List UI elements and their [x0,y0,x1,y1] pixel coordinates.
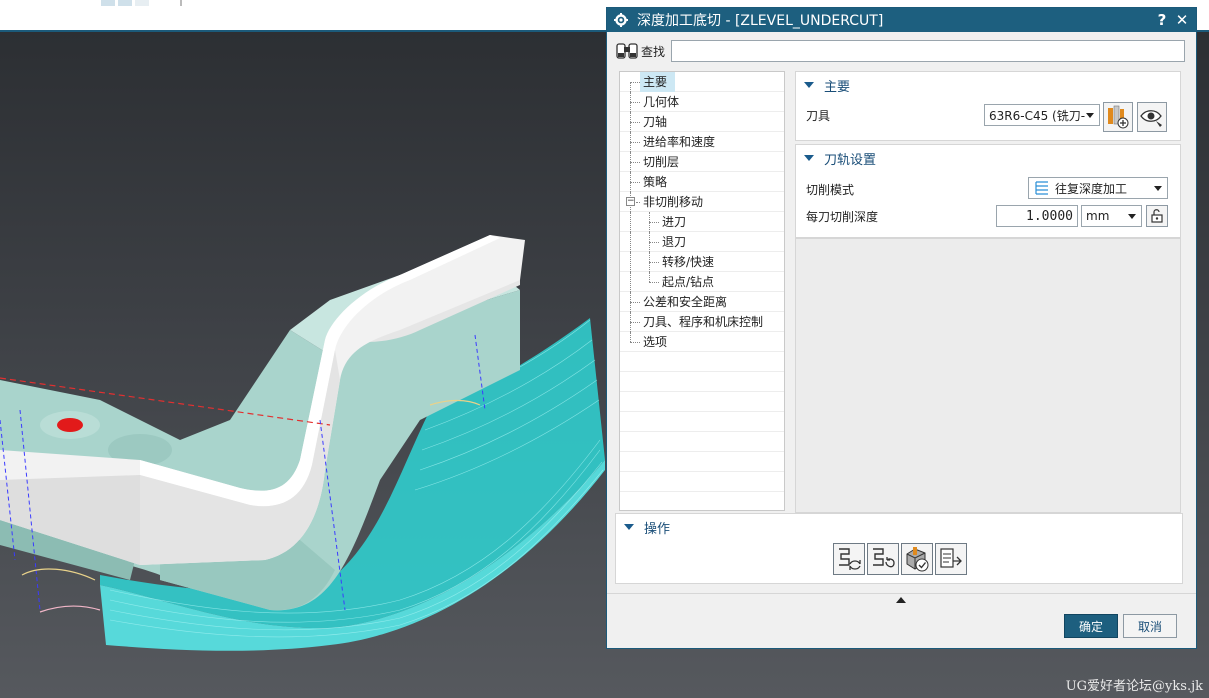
tree-item-label: 起点/钻点 [662,275,715,289]
tool-select-value: 63R6-C45 (铣刀- [989,108,1086,123]
header-tab[interactable] [101,0,115,6]
tree-item-label: 退刀 [662,235,687,249]
tree-item-label: 刀具、程序和机床控制 [643,315,764,329]
panel-filler [795,238,1181,513]
navigation-tree: 主要 几何体 刀轴 进给率和速度 切削层 策略 − 非切削移动 进刀 退刀 转移… [619,71,785,511]
tree-item-strategy[interactable]: 策略 [620,172,784,192]
tree-item-engage[interactable]: 进刀 [620,212,784,232]
actions-section-title: 操作 [644,521,671,537]
collapse-triangle-icon [804,155,814,161]
new-tool-icon [1108,105,1129,129]
main-section: 主要 刀具 63R6-C45 (铣刀- [795,71,1181,141]
tree-item-label: 切削层 [643,155,680,169]
tree-item-transfer-rapid[interactable]: 转移/快速 [620,252,784,272]
header-tab[interactable] [118,0,132,6]
tree-empty-row [620,392,784,412]
tree-empty-row [620,412,784,432]
generate-toolpath-icon [839,548,861,570]
zigzag-icon [1033,180,1051,196]
replay-button[interactable] [867,543,899,575]
tree-empty-row [620,432,784,452]
replay-icon [873,548,895,568]
tree-item-options[interactable]: 选项 [620,332,784,352]
chevron-down-icon [1128,214,1136,219]
main-section-title: 主要 [824,79,851,95]
cut-mode-select[interactable]: 往复深度加工 [1028,177,1168,199]
tree-item-feeds-speeds[interactable]: 进给率和速度 [620,132,784,152]
collapse-triangle-icon [624,524,634,530]
tree-item-main[interactable]: 主要 [620,72,784,92]
tree-item-tool-program-machine[interactable]: 刀具、程序和机床控制 [620,312,784,332]
actions-section: 操作 [615,513,1183,584]
tree-item-label: 刀轴 [643,115,668,129]
tree-item-label: 非切削移动 [643,195,704,209]
depth-per-cut-value: 1.0000 [1026,208,1073,224]
dialog-title: 深度加工底切 - [ZLEVEL_UNDERCUT] [637,13,884,29]
list-icon [940,548,962,568]
tree-item-label: 转移/快速 [662,255,715,269]
tree-empty-row [620,352,784,372]
list-button[interactable] [935,543,967,575]
tree-item-cut-levels[interactable]: 切削层 [620,152,784,172]
new-tool-button[interactable] [1103,102,1133,132]
tree-empty-row [620,372,784,392]
tree-item-label: 进给率和速度 [643,135,716,149]
generate-button[interactable] [833,543,865,575]
tree-empty-row [620,472,784,492]
binoculars-icon [615,40,641,62]
tree-item-start-drill-points[interactable]: 起点/钻点 [620,272,784,292]
depth-unit-select[interactable]: mm [1081,205,1142,227]
tool-select[interactable]: 63R6-C45 (铣刀- [984,104,1100,126]
close-button[interactable]: ✕ [1172,11,1192,29]
path-settings-header[interactable]: 刀轨设置 [796,145,1180,171]
tree-empty-row [620,452,784,472]
cancel-button[interactable]: 取消 [1123,614,1177,638]
tree-item-label: 主要 [640,72,676,92]
find-label: 查找 [641,44,666,59]
cut-mode-label: 切削模式 [806,183,855,197]
unlock-icon [1151,209,1163,223]
tree-item-non-cutting-moves[interactable]: − 非切削移动 [620,192,784,212]
collapse-icon[interactable]: − [626,197,635,206]
verify-button[interactable] [901,543,933,575]
tree-item-retract[interactable]: 退刀 [620,232,784,252]
header-tab[interactable] [135,0,149,6]
chevron-down-icon [1086,113,1094,118]
collapse-triangle-icon [804,82,814,88]
operation-dialog: 深度加工底切 - [ZLEVEL_UNDERCUT] ? ✕ 查找 主要 几何体… [606,7,1197,649]
tree-item-label: 几何体 [643,95,680,109]
eye-icon [1140,110,1162,127]
tree-item-tool-axis[interactable]: 刀轴 [620,112,784,132]
lock-button[interactable] [1146,205,1168,227]
cut-mode-value: 往复深度加工 [1055,181,1128,196]
header-divider [180,0,182,6]
find-row: 查找 [615,39,1185,63]
dialog-collapse-toggle[interactable] [607,593,1196,607]
tree-item-label: 进刀 [662,215,687,229]
tree-item-label: 选项 [643,335,668,349]
tool-label: 刀具 [806,109,831,123]
chevron-up-icon [896,597,906,603]
verify-icon [906,547,929,572]
ok-button[interactable]: 确定 [1064,614,1118,638]
main-section-header[interactable]: 主要 [796,72,1180,98]
help-button[interactable]: ? [1152,11,1172,29]
watermark: UG爱好者论坛@yks.jk [1065,679,1203,694]
find-input[interactable] [671,40,1185,62]
actions-section-header[interactable]: 操作 [616,514,1182,540]
tree-item-label: 公差和安全距离 [643,295,728,309]
gear-icon [613,12,629,28]
path-settings-section: 刀轨设置 切削模式 往复深度加工 每刀切削深度 1.0000 mm [795,144,1181,238]
display-tool-button[interactable] [1137,102,1167,132]
tree-item-tolerances[interactable]: 公差和安全距离 [620,292,784,312]
tree-item-label: 策略 [643,175,668,189]
depth-unit-value: mm [1086,209,1110,223]
path-settings-title: 刀轨设置 [824,152,877,168]
depth-per-cut-input[interactable]: 1.0000 [996,205,1078,227]
dialog-titlebar[interactable]: 深度加工底切 - [ZLEVEL_UNDERCUT] ? ✕ [607,8,1196,32]
tree-item-geometry[interactable]: 几何体 [620,92,784,112]
depth-per-cut-label: 每刀切削深度 [806,210,879,224]
chevron-down-icon [1154,186,1162,191]
